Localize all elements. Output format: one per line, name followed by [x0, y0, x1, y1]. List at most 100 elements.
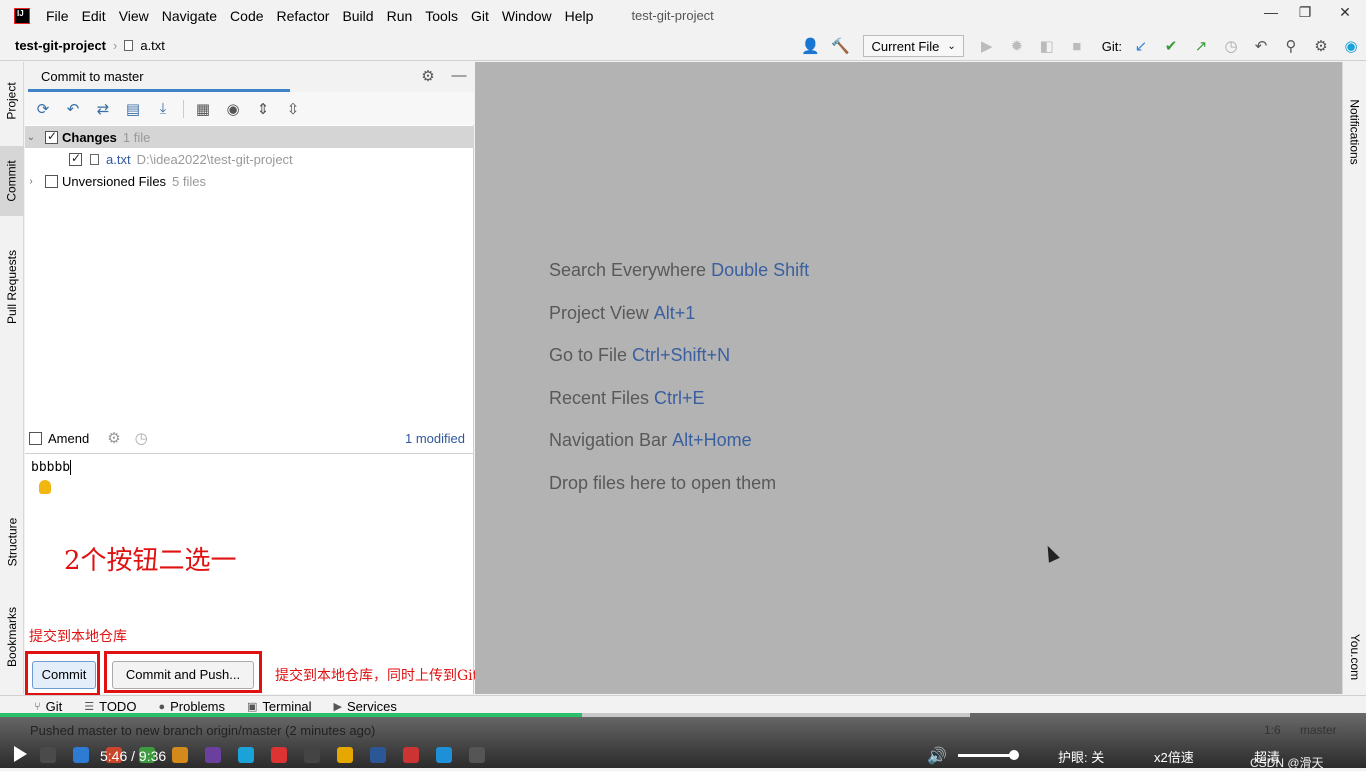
bottom-tab-services[interactable]: ▶ Services	[334, 699, 397, 714]
show-diff-icon[interactable]: ▤	[121, 97, 145, 121]
status-bar-message: Pushed master to new branch origin/maste…	[30, 723, 376, 738]
group-by-icon[interactable]: ▦	[191, 97, 215, 121]
unversioned-checkbox[interactable]	[45, 174, 58, 188]
playback-speed-button[interactable]: x2倍速	[1154, 747, 1194, 766]
unversioned-group-row[interactable]: › Unversioned Files 5 files	[25, 170, 474, 192]
changes-checkbox[interactable]	[45, 129, 58, 144]
services-play-icon: ▶	[333, 701, 343, 713]
taskbar-app-icon[interactable]	[469, 747, 485, 763]
taskbar-app-icon[interactable]	[73, 747, 89, 763]
menu-bar: File Edit View Navigate Code Refactor Bu…	[0, 0, 1366, 31]
menu-file[interactable]: File	[46, 8, 69, 24]
close-button[interactable]: ✕	[1330, 4, 1360, 24]
history-icon[interactable]: ◷	[1219, 35, 1243, 57]
bottom-tab-todo[interactable]: ☰ TODO	[84, 699, 136, 714]
volume-icon[interactable]: 🔊	[927, 746, 947, 766]
tab-bookmarks[interactable]: Bookmarks	[0, 592, 24, 682]
minimize-button[interactable]: —	[1256, 4, 1286, 24]
tab-structure[interactable]: Structure	[0, 502, 24, 582]
run-configuration-select[interactable]: Current File ⌄	[863, 35, 964, 57]
amend-label[interactable]: Amend	[48, 431, 89, 446]
git-update-icon[interactable]: ↙	[1129, 35, 1153, 57]
eye-protection-toggle[interactable]: 护眼: 关	[1058, 747, 1104, 766]
window-title: test-git-project	[631, 8, 714, 23]
bottom-tab-git[interactable]: ⑂ Git	[34, 699, 62, 714]
search-icon[interactable]: ⚲	[1279, 35, 1303, 57]
panel-hide-icon[interactable]: —	[449, 67, 469, 87]
expand-all-icon[interactable]: ⇕	[251, 97, 275, 121]
view-options-eye-icon[interactable]: ◉	[221, 97, 245, 121]
commit-history-icon[interactable]: ◷	[135, 429, 148, 447]
chevron-down-icon[interactable]: ⌄	[25, 132, 37, 143]
taskbar-app-icon[interactable]	[403, 747, 419, 763]
bottom-tab-problems[interactable]: ● Problems	[158, 699, 225, 714]
modified-count-link[interactable]: 1 modified	[405, 431, 465, 446]
taskbar-app-icon[interactable]	[436, 747, 452, 763]
collapse-all-icon[interactable]: ⇳	[281, 97, 305, 121]
menu-help[interactable]: Help	[565, 8, 594, 24]
amend-checkbox[interactable]	[29, 431, 42, 445]
tab-pull-requests[interactable]: Pull Requests	[0, 232, 24, 342]
bottom-tab-terminal[interactable]: ▣ Terminal	[247, 699, 312, 714]
menu-run[interactable]: Run	[387, 8, 413, 24]
taskbar-app-icon[interactable]	[337, 747, 353, 763]
shelve-icon[interactable]: ⤓	[151, 97, 175, 121]
refresh-icon[interactable]: ⟳	[31, 97, 55, 121]
lightbulb-icon[interactable]	[39, 480, 51, 494]
menu-refactor[interactable]: Refactor	[277, 8, 330, 24]
file-checkbox[interactable]	[69, 151, 82, 166]
git-commit-icon[interactable]: ✔	[1159, 35, 1183, 57]
hint-recent-files: Recent Files Ctrl+E	[549, 388, 705, 408]
volume-slider-knob[interactable]	[1009, 750, 1019, 760]
plugin-logo-icon[interactable]: ◉	[1339, 35, 1363, 57]
menu-edit[interactable]: Edit	[82, 8, 106, 24]
settings-gear-icon[interactable]: ⚙	[1309, 35, 1333, 57]
hint-project-view: Project View Alt+1	[549, 303, 696, 323]
caret-position[interactable]: 1:6	[1264, 723, 1281, 737]
user-icon[interactable]: 👤	[798, 35, 822, 57]
changes-label: Changes	[62, 129, 117, 145]
volume-slider[interactable]	[958, 754, 1014, 757]
chevron-right-icon[interactable]: ›	[25, 176, 37, 187]
taskbar-app-icon[interactable]	[172, 747, 188, 763]
git-push-icon[interactable]: ↗	[1189, 35, 1213, 57]
tab-notifications[interactable]: Notifications	[1343, 82, 1366, 182]
restore-button[interactable]: ❐	[1290, 4, 1320, 24]
update-project-icon[interactable]: ⇄	[91, 97, 115, 121]
list-icon: ☰	[84, 701, 95, 713]
taskbar-app-icon[interactable]	[304, 747, 320, 763]
commit-options-gear-icon[interactable]: ⚙	[107, 429, 120, 447]
menu-tools[interactable]: Tools	[425, 8, 458, 24]
breadcrumb-project[interactable]: test-git-project	[15, 38, 106, 53]
changes-group-row[interactable]: ⌄ Changes 1 file	[25, 126, 474, 148]
rollback-icon[interactable]: ↶	[1249, 35, 1273, 57]
debug-icon[interactable]: ✹	[1005, 35, 1029, 57]
tab-commit-to-master[interactable]: Commit to master	[28, 62, 290, 92]
rollback-icon[interactable]: ↶	[61, 97, 85, 121]
tab-you-com[interactable]: You.com	[1343, 622, 1366, 692]
tab-commit[interactable]: Commit	[0, 146, 24, 216]
taskbar-app-icon[interactable]	[271, 747, 287, 763]
run-icon[interactable]: ▶	[975, 35, 999, 57]
build-hammer-icon[interactable]: 🔨	[828, 35, 852, 57]
breadcrumb-file[interactable]: a.txt	[140, 38, 165, 53]
menu-git[interactable]: Git	[471, 8, 489, 24]
commit-message-editor[interactable]: bbbbb	[25, 453, 474, 603]
taskbar-app-icon[interactable]	[238, 747, 254, 763]
tab-project[interactable]: Project	[0, 66, 24, 136]
menu-view[interactable]: View	[119, 8, 149, 24]
play-icon[interactable]	[14, 746, 27, 762]
stop-icon[interactable]: ■	[1065, 35, 1089, 57]
menu-window[interactable]: Window	[502, 8, 552, 24]
video-progress-bar[interactable]	[0, 713, 970, 717]
menu-navigate[interactable]: Navigate	[162, 8, 217, 24]
menu-code[interactable]: Code	[230, 8, 263, 24]
changed-file-row[interactable]: a.txt D:\idea2022\test-git-project	[25, 148, 474, 170]
taskbar-app-icon[interactable]	[205, 747, 221, 763]
menu-build[interactable]: Build	[342, 8, 373, 24]
panel-settings-gear-icon[interactable]: ⚙	[418, 67, 438, 87]
coverage-icon[interactable]: ◧	[1035, 35, 1059, 57]
taskbar-app-icon[interactable]	[370, 747, 386, 763]
taskbar-app-icon[interactable]	[40, 747, 56, 763]
git-branch-widget[interactable]: master	[1300, 723, 1337, 737]
